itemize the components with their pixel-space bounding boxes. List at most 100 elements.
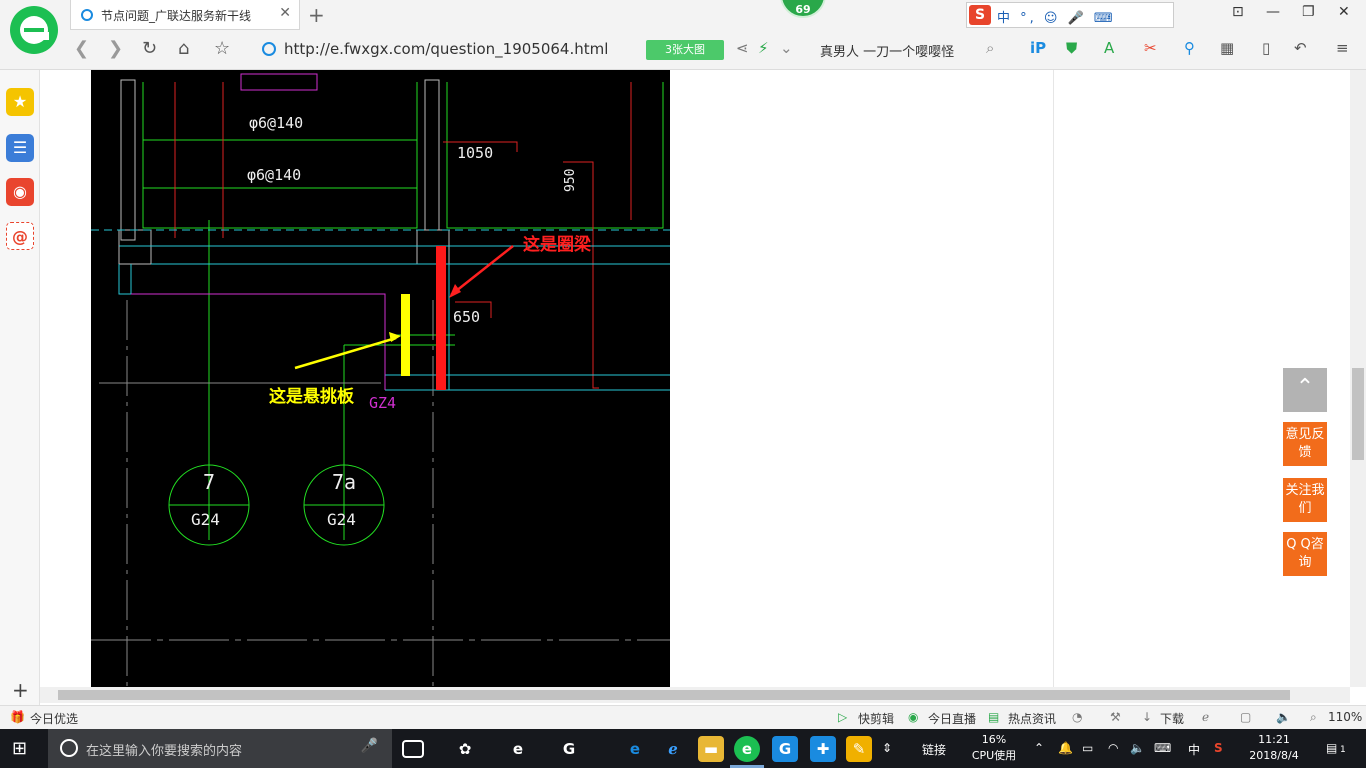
action-center-icon[interactable]: ▤ <box>1326 741 1337 755</box>
today-picks-link[interactable]: 今日优选 <box>30 710 78 727</box>
ime-status[interactable]: 中 °, ☺ 🎤 ⌨ <box>997 7 1116 26</box>
undo-icon[interactable]: ↶ <box>1294 39 1307 57</box>
search-icon[interactable]: ⌕ <box>986 39 994 57</box>
reader-icon[interactable]: ▯ <box>1262 39 1270 57</box>
windows-taskbar: ⊞ 在这里输入你要搜索的内容 🎤 ✿ e G e ℯ ▬ e G ✚ ✎ ⇕ 链… <box>0 729 1366 768</box>
refresh-icon[interactable]: ↻ <box>142 38 157 59</box>
ring-beam-marker <box>436 246 446 390</box>
sidebar-mail-icon[interactable]: @ <box>6 222 34 250</box>
menu-icon[interactable]: ≡ <box>1336 39 1349 57</box>
site-security-icon[interactable] <box>262 42 276 56</box>
gift-icon[interactable]: 🎁 <box>10 710 25 724</box>
edge-legacy-icon[interactable]: e <box>505 736 531 762</box>
back-to-top-button[interactable]: ⌃ <box>1283 368 1327 412</box>
horizontal-scroll-thumb[interactable] <box>58 690 1290 700</box>
volume-icon[interactable]: 🔈 <box>1276 710 1291 724</box>
clock-date: 2018/8/4 <box>1249 749 1299 762</box>
zoom-icon: ⌕ <box>1310 710 1317 724</box>
tray-expand-icon[interactable]: ⌃ <box>1034 741 1044 755</box>
taskbar-search-box[interactable]: 在这里输入你要搜索的内容 🎤 <box>48 729 392 768</box>
flash-icon[interactable]: ⚡ <box>758 39 769 57</box>
tab-close-icon[interactable]: ✕ <box>279 5 291 21</box>
ie-icon[interactable]: ℯ <box>660 736 686 762</box>
search-input[interactable]: 真男人 一刀一个嘤嘤怪 <box>820 41 954 60</box>
sogou-browser-icon[interactable]: G <box>556 736 582 762</box>
plus-app-icon[interactable]: ✚ <box>810 736 836 762</box>
quick-edit-link[interactable]: 快剪辑 <box>858 710 894 727</box>
sidebar-weibo-icon[interactable]: ◉ <box>6 178 34 206</box>
column-label: GZ4 <box>369 394 397 412</box>
notification-bell-icon[interactable]: 🔔 <box>1058 741 1073 755</box>
apps-grid-icon[interactable]: ▦ <box>1220 39 1234 57</box>
vertical-scroll-thumb[interactable] <box>1352 368 1364 460</box>
blue-app-icon[interactable]: G <box>772 736 798 762</box>
pinwheel-app-icon[interactable]: ✿ <box>452 736 478 762</box>
follow-us-button[interactable]: 关注我们 <box>1283 478 1327 522</box>
close-window-button[interactable]: ✕ <box>1338 4 1350 20</box>
cortana-icon <box>60 739 78 757</box>
share-icon[interactable]: ⋖ <box>736 39 749 57</box>
window-icon[interactable]: ▢ <box>1240 710 1251 724</box>
battery-icon[interactable]: ▭ <box>1082 741 1093 755</box>
notes-app-icon[interactable]: ✎ <box>846 736 872 762</box>
notification-count: 1 <box>1340 745 1346 755</box>
sidebar-favorites-icon[interactable]: ★ <box>6 88 34 116</box>
video-edit-icon: ▷ <box>838 710 848 724</box>
address-bar[interactable]: http://e.fwxgx.com/question_1905064.html <box>284 40 608 58</box>
taskbar-search-input[interactable]: 在这里输入你要搜索的内容 <box>86 740 242 759</box>
sidebar-add-button[interactable]: + <box>12 678 29 702</box>
speaker-icon[interactable]: 🔈 <box>1130 741 1145 755</box>
translate-icon[interactable]: A <box>1104 39 1114 57</box>
restore-button[interactable]: ❐ <box>1302 4 1315 20</box>
file-explorer-icon[interactable]: ▬ <box>698 736 724 762</box>
ie-mode-icon[interactable]: ℯ <box>1202 710 1209 724</box>
browser-logo[interactable] <box>10 6 58 54</box>
dimension-label: 950 <box>563 168 578 192</box>
axis-number: 7a <box>331 470 357 494</box>
skin-icon[interactable]: ⊡ <box>1232 4 1244 20</box>
tools-icon[interactable]: ⚒ <box>1110 710 1121 724</box>
sidebar-news-icon[interactable]: ☰ <box>6 134 34 162</box>
notification-badge[interactable]: 69 <box>780 0 826 18</box>
wifi-icon[interactable]: ◠ <box>1108 741 1118 755</box>
ip-icon[interactable]: iP <box>1030 39 1046 57</box>
links-toolbar[interactable]: 链接 <box>922 741 946 758</box>
task-view-icon[interactable] <box>402 740 424 758</box>
big-image-button[interactable]: 3张大图 <box>646 40 724 60</box>
taskbar-scroll-icon[interactable]: ⇕ <box>882 741 892 755</box>
sogou-logo-icon: S <box>969 5 991 25</box>
microphone-icon[interactable]: 🎤 <box>361 738 378 754</box>
ime-language[interactable]: 中 <box>1188 741 1200 758</box>
chevron-down-icon[interactable]: ⌄ <box>780 39 793 57</box>
axis-subtitle: G24 <box>191 510 220 529</box>
forward-icon[interactable]: ❯ <box>108 38 123 59</box>
keyboard-icon[interactable]: ⌨ <box>1154 741 1171 755</box>
feedback-button[interactable]: 意见反馈 <box>1283 422 1327 466</box>
hot-news-link[interactable]: 热点资讯 <box>1008 710 1056 727</box>
axis-subtitle: G24 <box>327 510 356 529</box>
back-icon[interactable]: ❮ <box>74 38 89 59</box>
qq-consult-button[interactable]: Q Q咨询 <box>1283 532 1327 576</box>
live-link[interactable]: 今日直播 <box>928 710 976 727</box>
speed-icon[interactable]: ◔ <box>1072 710 1082 724</box>
magnifier-icon[interactable]: ⚲ <box>1184 39 1195 57</box>
ime-toolbar[interactable]: S 中 °, ☺ 🎤 ⌨ <box>966 2 1174 28</box>
home-icon[interactable]: ⌂ <box>178 38 189 59</box>
zoom-level[interactable]: 110% <box>1328 710 1362 724</box>
download-link[interactable]: 下载 <box>1160 710 1184 727</box>
security-shield-icon[interactable]: ⛊ <box>1066 39 1077 57</box>
clock-time: 11:21 <box>1258 733 1290 746</box>
system-clock[interactable]: 11:21 2018/8/4 <box>1246 732 1302 764</box>
edge-icon[interactable]: e <box>622 736 648 762</box>
scissors-icon[interactable]: ✂ <box>1144 39 1157 57</box>
cantilever-board-marker <box>401 294 410 376</box>
sogou-tray-icon[interactable]: S <box>1214 741 1223 755</box>
new-tab-button[interactable]: + <box>308 3 325 27</box>
360-browser-icon[interactable]: e <box>734 736 760 762</box>
favorite-star-icon[interactable]: ☆ <box>214 38 230 59</box>
windows-start-icon[interactable]: ⊞ <box>12 738 27 759</box>
download-icon: ↓ <box>1142 710 1153 724</box>
browser-chrome: 节点问题_广联达服务新干线 ✕ + 69 S 中 °, ☺ 🎤 ⌨ ⊡ — ❐ … <box>0 0 1366 70</box>
tab-active[interactable]: 节点问题_广联达服务新干线 ✕ <box>70 0 300 30</box>
minimize-button[interactable]: — <box>1266 4 1280 20</box>
